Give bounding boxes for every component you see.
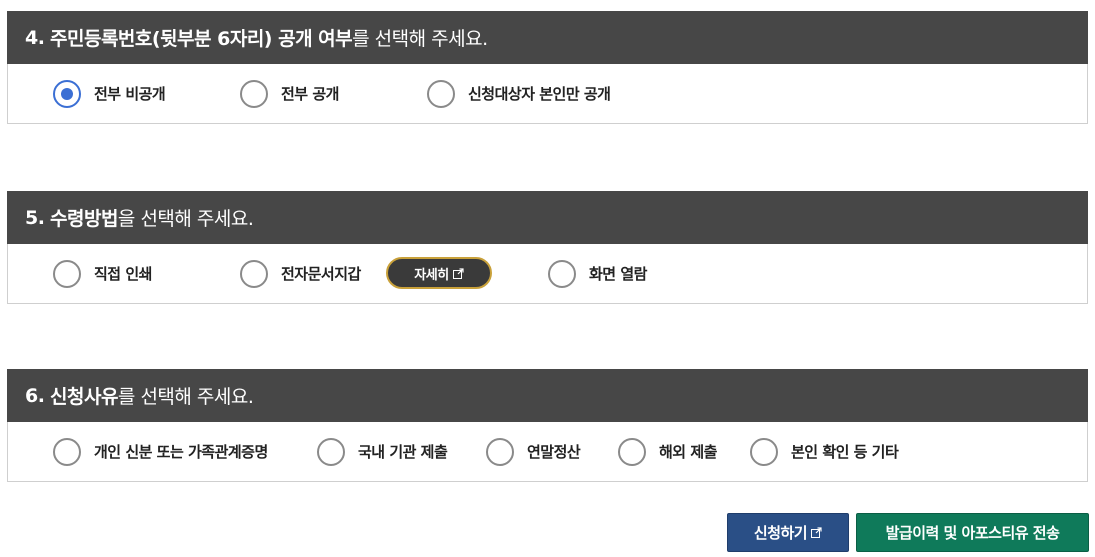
- section-title-rest: 를 선택해 주세요.: [352, 28, 488, 50]
- radio-button[interactable]: [618, 437, 646, 466]
- external-link-icon: [811, 527, 822, 538]
- option-group: 전부 비공개 전부 공개 신청대상자 본인만 공개: [7, 64, 1088, 124]
- option-group: 직접 인쇄 전자문서지갑 자세히 화면 열람: [7, 244, 1088, 304]
- section-title-rest: 를 선택해 주세요.: [117, 386, 254, 408]
- issue-history-apostille-button[interactable]: 발급이력 및 아포스티유 전송: [856, 513, 1089, 552]
- section-header: 6. 신청사유 를 선택해 주세요.: [7, 369, 1088, 422]
- section-receipt-method: 5. 수령방법 을 선택해 주세요. 직접 인쇄 전자문서지갑 자세히 화면 열람: [7, 191, 1088, 304]
- section-title-bold: 신청사유: [50, 386, 118, 408]
- option-direct-print[interactable]: 직접 인쇄: [53, 244, 152, 303]
- option-label: 전부 비공개: [94, 85, 166, 103]
- radio-button[interactable]: [548, 259, 576, 288]
- section-title-rest: 을 선택해 주세요.: [117, 208, 254, 230]
- radio-button[interactable]: [240, 259, 268, 288]
- option-label: 화면 열람: [589, 265, 647, 283]
- option-label: 전자문서지갑: [281, 265, 361, 283]
- option-label: 개인 신분 또는 가족관계증명: [94, 443, 268, 461]
- option-domestic-agency[interactable]: 국내 기관 제출: [317, 422, 448, 481]
- option-label: 해외 제출: [659, 443, 717, 461]
- option-year-end-tax[interactable]: 연말정산: [486, 422, 581, 481]
- section-application-reason: 6. 신청사유 를 선택해 주세요. 개인 신분 또는 가족관계증명 국내 기관 …: [7, 369, 1088, 482]
- section-title-bold: 주민등록번호(뒷부분 6자리) 공개 여부: [50, 28, 353, 50]
- section-title-bold: 수령방법: [50, 208, 118, 230]
- section-resident-number-disclosure: 4. 주민등록번호(뒷부분 6자리) 공개 여부 를 선택해 주세요. 전부 비공…: [7, 11, 1088, 124]
- apply-button-label: 신청하기: [753, 524, 808, 542]
- option-overseas-submit[interactable]: 해외 제출: [618, 422, 717, 481]
- option-all-public[interactable]: 전부 공개: [240, 64, 339, 123]
- option-label: 신청대상자 본인만 공개: [468, 85, 611, 103]
- option-label: 연말정산: [527, 443, 581, 461]
- option-electronic-wallet[interactable]: 전자문서지갑: [240, 244, 361, 303]
- option-label: 본인 확인 등 기타: [791, 443, 899, 461]
- option-label: 국내 기관 제출: [358, 443, 448, 461]
- section-header: 5. 수령방법 을 선택해 주세요.: [7, 191, 1088, 244]
- radio-button[interactable]: [486, 437, 514, 466]
- option-applicant-only-public[interactable]: 신청대상자 본인만 공개: [427, 64, 611, 123]
- radio-button[interactable]: [53, 437, 81, 466]
- radio-button[interactable]: [240, 79, 268, 108]
- option-all-private[interactable]: 전부 비공개: [53, 64, 166, 123]
- option-other-identity-check[interactable]: 본인 확인 등 기타: [750, 422, 899, 481]
- option-group: 개인 신분 또는 가족관계증명 국내 기관 제출 연말정산 해외 제출 본인 확…: [7, 422, 1088, 482]
- option-identity-family-proof[interactable]: 개인 신분 또는 가족관계증명: [53, 422, 268, 481]
- radio-button[interactable]: [53, 79, 81, 108]
- radio-button[interactable]: [427, 79, 455, 108]
- option-label: 직접 인쇄: [94, 265, 152, 283]
- option-screen-view[interactable]: 화면 열람: [548, 244, 647, 303]
- option-label: 전부 공개: [281, 85, 339, 103]
- apply-button[interactable]: 신청하기: [727, 513, 849, 552]
- external-link-icon: [452, 267, 464, 279]
- detail-button[interactable]: 자세히: [386, 257, 492, 289]
- radio-button[interactable]: [750, 437, 778, 466]
- section-number: 4.: [25, 26, 45, 49]
- history-button-label: 발급이력 및 아포스티유 전송: [885, 524, 1060, 542]
- section-number: 6.: [25, 384, 45, 407]
- radio-button[interactable]: [53, 259, 81, 288]
- section-header: 4. 주민등록번호(뒷부분 6자리) 공개 여부 를 선택해 주세요.: [7, 11, 1088, 64]
- radio-button[interactable]: [317, 437, 345, 466]
- detail-button-label: 자세히: [414, 267, 449, 283]
- section-number: 5.: [25, 206, 45, 229]
